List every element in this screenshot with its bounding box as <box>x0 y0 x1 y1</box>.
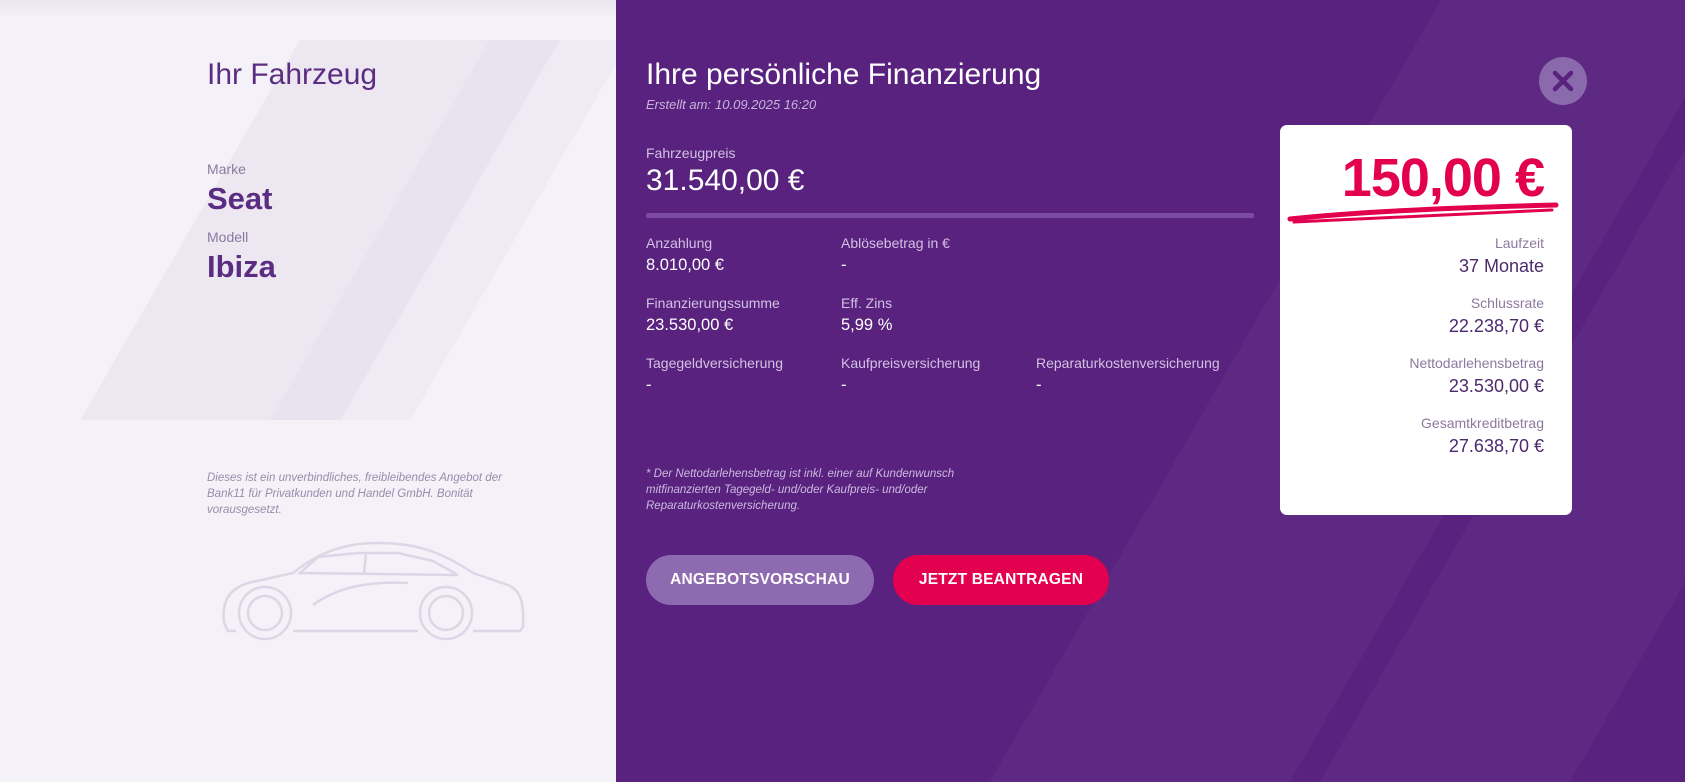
abloese-label: Ablösebetrag in € <box>841 235 950 251</box>
brand-label: Marke <box>207 161 246 177</box>
tagegeld-label: Tagegeldversicherung <box>646 355 783 371</box>
offer-preview-button[interactable]: ANGEBOTSVORSCHAU <box>646 555 874 605</box>
kaufpreis-value: - <box>841 376 847 394</box>
gesamt-value: 27.638,70 € <box>1448 436 1544 456</box>
underline-swoosh <box>1287 202 1559 224</box>
model-value: Ibiza <box>207 249 276 284</box>
schlussrate-value: 22.238,70 € <box>1448 316 1544 336</box>
footnote: * Der Nettodarlehensbetrag ist inkl. ein… <box>646 468 955 512</box>
laufzeit-value: 37 Monate <box>1458 256 1544 276</box>
divider <box>646 213 1254 218</box>
schlussrate-label: Schlussrate <box>1470 295 1544 311</box>
reparatur-value: - <box>1036 376 1042 394</box>
created-info: Erstellt am: 10.09.2025 16:20 <box>646 97 816 112</box>
reparatur-label: Reparaturkostenversicherung <box>1036 355 1220 371</box>
netto-value: 23.530,00 € <box>1448 376 1544 396</box>
finsumme-label: Finanzierungssumme <box>646 295 780 311</box>
tagegeld-value: - <box>646 376 652 394</box>
close-icon <box>1552 70 1574 92</box>
model-label: Modell <box>207 229 249 245</box>
monthly-rate: 150,00 € <box>1341 148 1545 208</box>
zins-label: Eff. Zins <box>841 295 893 311</box>
anzahlung-label: Anzahlung <box>646 235 713 251</box>
offer-disclaimer: Dieses ist ein unverbindliches, freiblei… <box>207 472 502 516</box>
anzahlung-value: 8.010,00 € <box>646 256 724 274</box>
brand-value: Seat <box>207 181 273 216</box>
vehicle-title: Ihr Fahrzeug <box>207 58 378 91</box>
financing-panel: Ihre persönliche Finanzierung Erstellt a… <box>616 0 1685 782</box>
gesamt-label: Gesamtkreditbetrag <box>1421 415 1544 431</box>
price-label: Fahrzeugpreis <box>646 145 736 161</box>
netto-label: Nettodarlehensbetrag <box>1409 355 1544 371</box>
vehicle-panel: Ihr Fahrzeug Marke Seat Modell Ibiza Die… <box>0 0 616 782</box>
laufzeit-label: Laufzeit <box>1494 235 1544 251</box>
apply-now-button[interactable]: JETZT BEANTRAGEN <box>893 555 1109 605</box>
created-value: 10.09.2025 16:20 <box>715 97 817 112</box>
created-label: Erstellt am: <box>646 97 712 112</box>
kaufpreis-label: Kaufpreisversicherung <box>841 355 981 371</box>
top-shadow <box>0 0 616 18</box>
summary-card: 150,00 € Laufzeit 37 Monate Schlussrate … <box>1280 125 1572 515</box>
finsumme-value: 23.530,00 € <box>646 316 734 334</box>
abloese-value: - <box>841 256 847 274</box>
close-button[interactable] <box>1539 57 1587 105</box>
vehicle-price: 31.540,00 € <box>646 164 805 197</box>
zins-value: 5,99 % <box>841 316 893 334</box>
financing-title: Ihre persönliche Finanzierung <box>646 58 1042 91</box>
car-icon <box>222 541 525 641</box>
